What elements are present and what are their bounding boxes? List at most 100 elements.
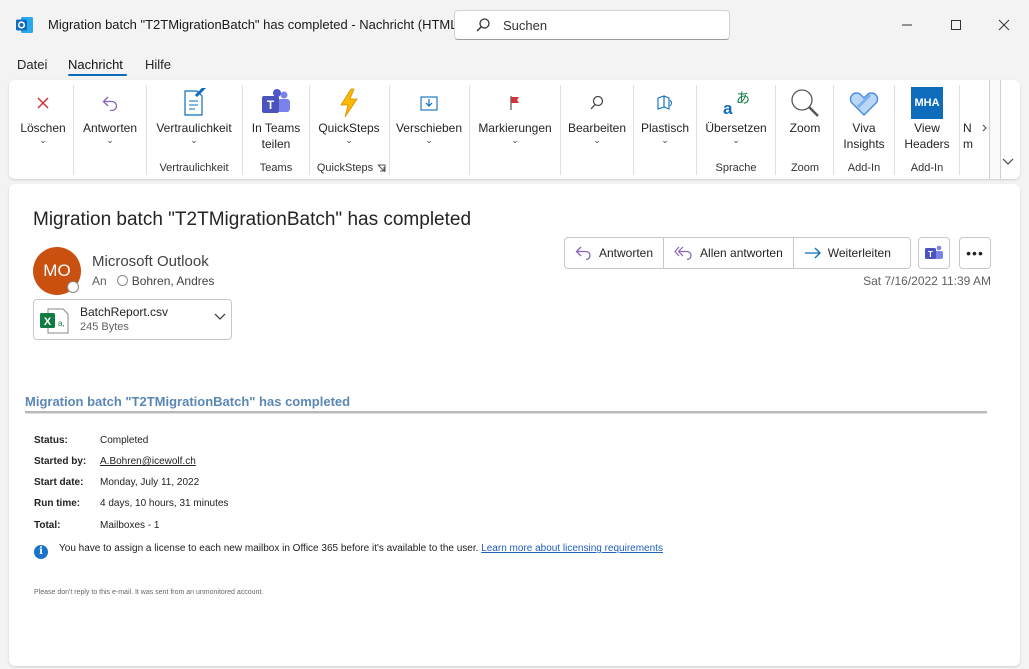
forward-icon [804,247,821,259]
tab-hilfe[interactable]: Hilfe [145,57,171,72]
body-divider [25,411,987,414]
cut-off-ribbon-button[interactable]: N m [963,86,985,152]
window-title: Migration batch "T2TMigrationBatch" has … [48,17,462,32]
to-label: An [92,274,107,288]
reply-icon [102,96,118,111]
total-value: Mailboxes - 1 [100,520,160,531]
attachment-card[interactable]: X a, BatchReport.csv 245 Bytes [33,299,232,340]
run-time-row: Run time: 4 days, 10 hours, 31 minutes [34,498,228,509]
chevron-down-icon: ⌄ [661,135,669,145]
attachment-size: 245 Bytes [80,321,129,333]
search-box[interactable]: Suchen [454,10,730,40]
tags-label: Markierungen [478,121,552,135]
ribbon-scrollbar[interactable] [989,80,1001,179]
more-options-button[interactable]: ••• [959,237,991,269]
sensitivity-button[interactable]: Vertraulichkeit ⌄ [149,86,239,146]
ribbon-separator [775,85,776,175]
tab-datei[interactable]: Datei [17,57,47,72]
reply-button[interactable]: Antworten ⌄ [77,86,143,146]
chevron-down-icon: ⌄ [732,135,740,145]
attachment-name: BatchReport.csv [80,305,169,319]
move-folder-icon [420,96,438,111]
delete-label: Löschen [20,121,66,135]
body-title: Migration batch "T2TMigrationBatch" has … [25,394,351,409]
view-headers-label-2: Headers [904,137,950,151]
ribbon-separator [894,85,895,175]
close-button[interactable] [993,14,1015,36]
zoom-icon [791,89,819,117]
run-time-key: Run time: [34,498,81,509]
flag-icon [510,96,519,110]
sensitivity-label: Vertraulichkeit [156,121,232,135]
chevron-down-icon: ⌄ [190,135,198,145]
svg-text:a: a [723,99,733,118]
forward-action-label: Weiterleiten [827,246,891,260]
ribbon-tabs: Datei Nachricht Hilfe [0,54,1029,78]
started-by-email-link[interactable]: A.Bohren@icewolf.ch [100,456,196,467]
reply-all-action-label: Allen antworten [700,246,783,260]
ribbon: Löschen ⌄ Antworten ⌄ Vertraulichkeit ⌄ … [9,80,1020,179]
zoom-button[interactable]: Zoom [778,86,832,136]
translate-icon: aあ [723,91,750,118]
immersive-reader-button[interactable]: Plastisch ⌄ [636,86,694,146]
teams-icon: T [262,89,290,113]
recipient-name[interactable]: Bohren, Andres [132,274,215,288]
quicksteps-button[interactable]: QuickSteps ⌄ [312,86,386,146]
chevron-down-icon[interactable] [214,313,226,321]
teams-icon: T [925,245,943,259]
tab-nachricht[interactable]: Nachricht [68,57,123,72]
message-actions: Antworten Allen antworten Weiterleiten [564,237,911,269]
translate-label: Übersetzen [705,121,767,135]
ribbon-separator [833,85,834,175]
chevron-down-icon: ⌄ [345,135,353,145]
recipient-presence-icon [116,275,128,286]
chevron-down-icon: ⌄ [593,135,601,145]
dialog-launcher-icon[interactable] [377,164,386,173]
edit-button[interactable]: Bearbeiten ⌄ [563,86,631,146]
forward-action-button[interactable]: Weiterleiten [792,238,901,268]
chevron-down-icon: ⌄ [425,135,433,145]
group-label-language: Sprache [715,162,757,174]
move-label: Verschieben [395,121,463,135]
delete-button[interactable]: Löschen ⌄ [15,86,71,146]
search-placeholder: Suchen [503,18,548,33]
reply-action-label: Antworten [599,246,654,260]
reply-all-action-button[interactable]: Allen antworten [663,238,793,268]
view-headers-label-1: View [914,121,940,135]
svg-text:T: T [267,98,275,112]
search-icon [476,18,490,32]
viva-label-2: Insights [843,137,885,151]
share-to-teams-button[interactable]: T In Teams teilen [245,86,307,152]
ribbon-collapse-icon[interactable] [1002,158,1014,166]
minimize-button[interactable] [896,14,918,36]
teams-chat-button[interactable]: T [918,237,950,269]
reply-action-button[interactable]: Antworten [565,238,663,268]
ribbon-separator [469,85,470,175]
maximize-button[interactable] [945,14,967,36]
viva-label-1: Viva [852,121,876,135]
total-row: Total: Mailboxes - 1 [34,520,159,531]
lightning-icon [340,88,358,118]
licensing-link[interactable]: Learn more about licensing requirements [481,543,663,554]
quicksteps-label: QuickSteps [318,121,380,135]
teams-share-label-1: In Teams [251,121,301,135]
start-date-key: Start date: [34,477,84,488]
ribbon-separator [242,85,243,175]
translate-button[interactable]: aあ Übersetzen ⌄ [699,86,773,146]
viva-insights-button[interactable]: Viva Insights [836,86,892,152]
find-icon [590,95,604,110]
delete-x-icon [37,97,49,109]
move-button[interactable]: Verschieben ⌄ [393,86,465,146]
svg-text:あ: あ [736,91,750,107]
chevron-right-icon[interactable] [982,124,988,132]
immersive-reader-icon [657,95,672,110]
group-label-teams: Teams [259,162,293,174]
tags-button[interactable]: Markierungen ⌄ [473,86,557,146]
edit-label: Bearbeiten [567,121,627,135]
ribbon-separator [696,85,697,175]
excel-file-icon: X a, [40,308,69,334]
group-label-addin-2: Add-In [910,162,944,174]
sender-name[interactable]: Microsoft Outlook [92,253,209,270]
view-headers-button[interactable]: MHA View Headers [897,86,957,152]
svg-text:X: X [44,316,52,328]
